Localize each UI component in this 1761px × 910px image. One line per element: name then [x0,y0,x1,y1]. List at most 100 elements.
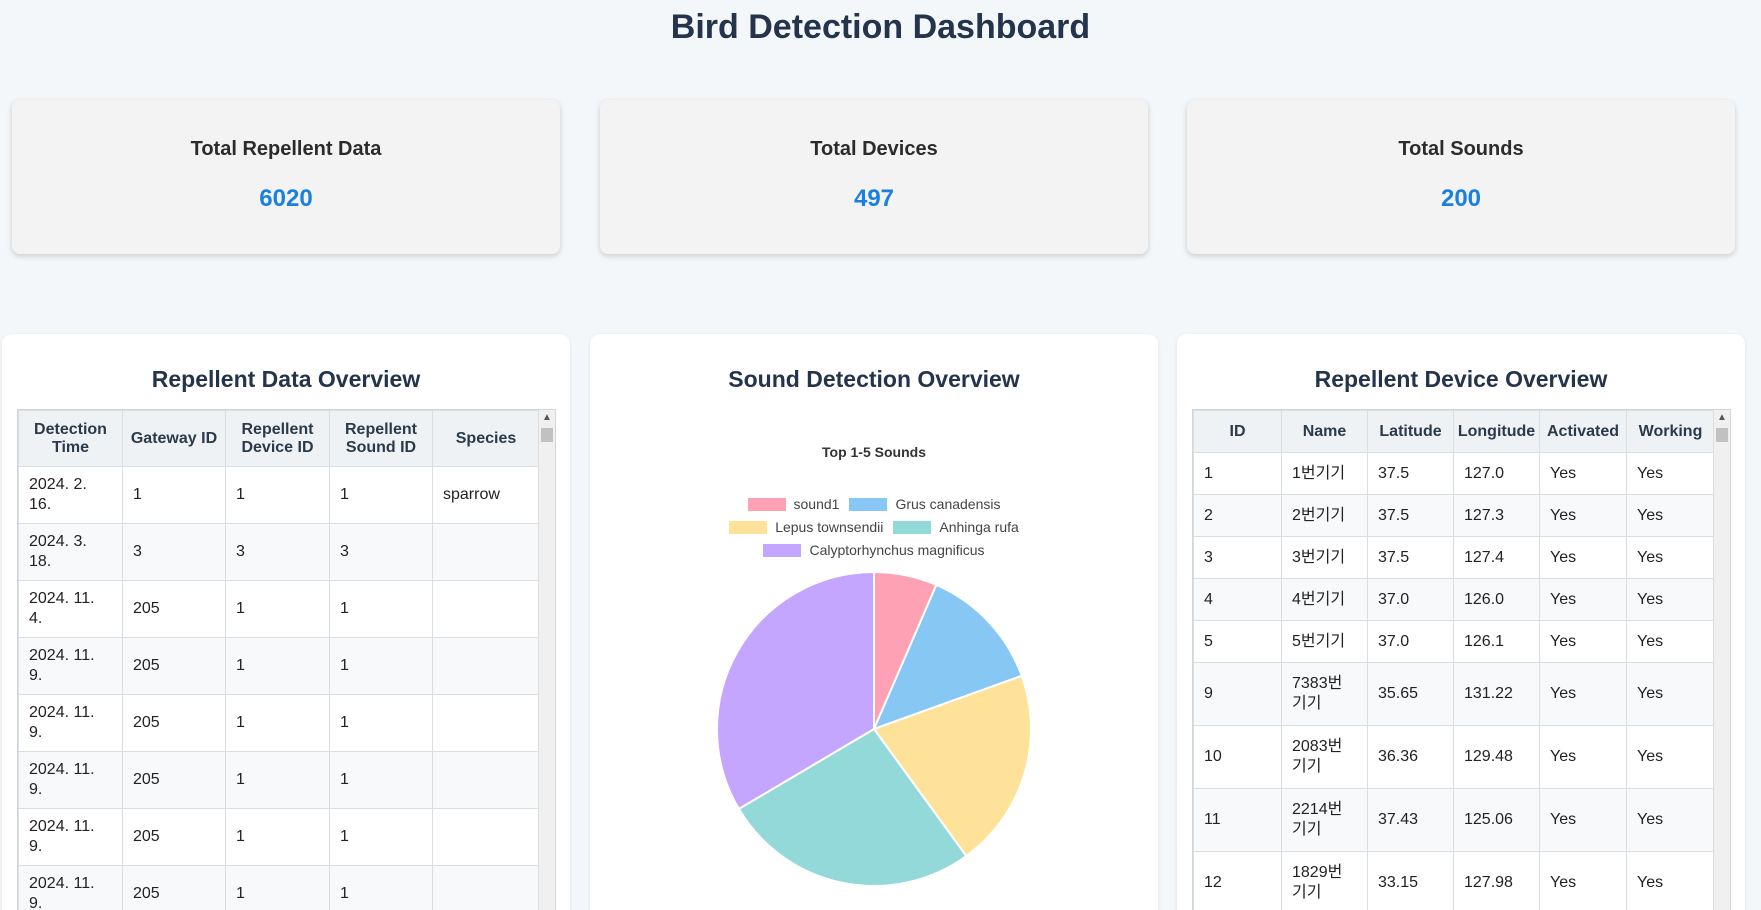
table-cell: 5 [1193,620,1282,663]
table-row: 2024. 11. 9. 205 1 1 [18,637,540,695]
device-table-container[interactable]: ID Name Latitude Longitude Activated Working … [1192,409,1731,910]
table-cell: 129.48 [1453,725,1540,789]
table-cell: 12 [1193,851,1282,910]
table-cell: Yes [1539,620,1627,663]
table-cell [432,751,540,809]
table-cell: 127.98 [1453,851,1540,910]
table-cell: Yes [1539,662,1627,726]
table-cell: 205 [122,808,226,866]
table-cell: 37.0 [1367,620,1454,663]
table-cell: 2024. 2. 16. [18,466,123,524]
table-cell: 3 [122,523,226,581]
table-row: 2024. 2. 16. 1 1 1 sparrow [18,466,540,524]
panel-title: Repellent Data Overview [151,366,421,392]
table-cell: Yes [1626,536,1715,579]
table-cell: 36.36 [1367,725,1454,789]
table-cell: 2214번기기 [1281,788,1368,852]
table-cell: 205 [122,865,226,910]
table-cell: 37.5 [1367,536,1454,579]
stat-value: 497 [853,185,895,212]
table-cell: 3 [225,523,330,581]
table-cell: Yes [1539,452,1627,495]
table-cell: 4번기기 [1281,578,1368,621]
table-cell: 1 [329,580,433,638]
table-cell: Yes [1539,494,1627,537]
table-row: 2024. 11. 9. 205 1 1 [18,751,540,809]
page-title: Bird Detection Dashboard [670,8,1091,46]
table-cell [432,523,540,581]
table-cell: Yes [1626,851,1715,910]
column-header: Working [1626,410,1715,453]
scroll-thumb[interactable] [1716,428,1728,442]
table-cell: 127.4 [1453,536,1540,579]
scroll-thumb[interactable] [541,428,553,442]
table-cell: 2번기기 [1281,494,1368,537]
column-header: Activated [1539,410,1627,453]
table-cell: 1 [329,694,433,752]
table-cell: 35.65 [1367,662,1454,726]
table-row: 3 3번기기 37.5 127.4 Yes Yes [1193,536,1715,579]
table-cell: 2083번기기 [1281,725,1368,789]
table-cell: Yes [1626,620,1715,663]
table-cell: 1 [329,466,433,524]
table-row: 1 1번기기 37.5 127.0 Yes Yes [1193,452,1715,495]
column-header: Detection Time [18,410,123,467]
table-cell: Yes [1626,662,1715,726]
table-cell: 2 [1193,494,1282,537]
table-cell: 3 [1193,536,1282,579]
repellent-data-table: Detection Time Gateway ID Repellent Device… [18,410,540,910]
vertical-scrollbar[interactable]: ▲ ▼ [1713,410,1730,910]
table-cell: 10 [1193,725,1282,789]
table-cell: 127.0 [1453,452,1540,495]
column-header: Species [432,410,540,467]
table-cell [432,637,540,695]
table-cell: 1 [225,808,330,866]
column-header: Longitude [1453,410,1540,453]
table-cell: 1 [122,466,226,524]
table-cell: 205 [122,580,226,638]
table-cell: Yes [1539,578,1627,621]
table-cell: 7383번기기 [1281,662,1368,726]
table-cell: Yes [1626,725,1715,789]
repellent-table-container[interactable]: Detection Time Gateway ID Repellent Device… [17,409,556,910]
table-row: 2024. 11. 4. 205 1 1 [18,580,540,638]
table-cell: 2024. 11. 9. [18,808,123,866]
table-cell: 1 [329,637,433,695]
table-cell: 205 [122,694,226,752]
table-cell: 1 [225,580,330,638]
column-header: ID [1193,410,1282,453]
table-row: 2024. 3. 18. 3 3 3 [18,523,540,581]
scroll-up-arrow-icon[interactable]: ▲ [1714,410,1730,426]
stat-card-repellent-data: Total Repellent Data 6020 [12,100,560,254]
table-cell: Yes [1539,536,1627,579]
table-row: 5 5번기기 37.0 126.1 Yes Yes [1193,620,1715,663]
table-row: 4 4번기기 37.0 126.0 Yes Yes [1193,578,1715,621]
table-cell: 37.0 [1367,578,1454,621]
table-row: 9 7383번기기 35.65 131.22 Yes Yes [1193,662,1715,726]
table-cell: 2024. 11. 9. [18,694,123,752]
column-header: Latitude [1367,410,1454,453]
table-cell [432,580,540,638]
table-cell: 37.43 [1367,788,1454,852]
table-cell: Yes [1539,788,1627,852]
table-cell: 33.15 [1367,851,1454,910]
table-cell: 1 [225,751,330,809]
table-cell: sparrow [432,466,540,524]
sound-detection-panel: Sound Detection Overview Top 1-5 Sounds … [590,334,1158,910]
column-header: Gateway ID [122,410,226,467]
column-header: Repellent Device ID [225,410,330,467]
table-row: 10 2083번기기 36.36 129.48 Yes Yes [1193,725,1715,789]
table-cell: 37.5 [1367,494,1454,537]
table-cell: Yes [1539,725,1627,789]
table-cell: 125.06 [1453,788,1540,852]
vertical-scrollbar[interactable]: ▲ ▼ [538,410,555,910]
table-cell: 2024. 3. 18. [18,523,123,581]
stat-card-devices: Total Devices 497 [600,100,1148,254]
scroll-up-arrow-icon[interactable]: ▲ [539,410,555,426]
table-cell: 1번기기 [1281,452,1368,495]
repellent-device-panel: Repellent Device Overview ID Name Latitude… [1177,334,1745,910]
stat-title: Total Repellent Data [190,138,382,160]
table-cell: Yes [1626,788,1715,852]
table-cell: 205 [122,751,226,809]
table-cell: 1 [1193,452,1282,495]
